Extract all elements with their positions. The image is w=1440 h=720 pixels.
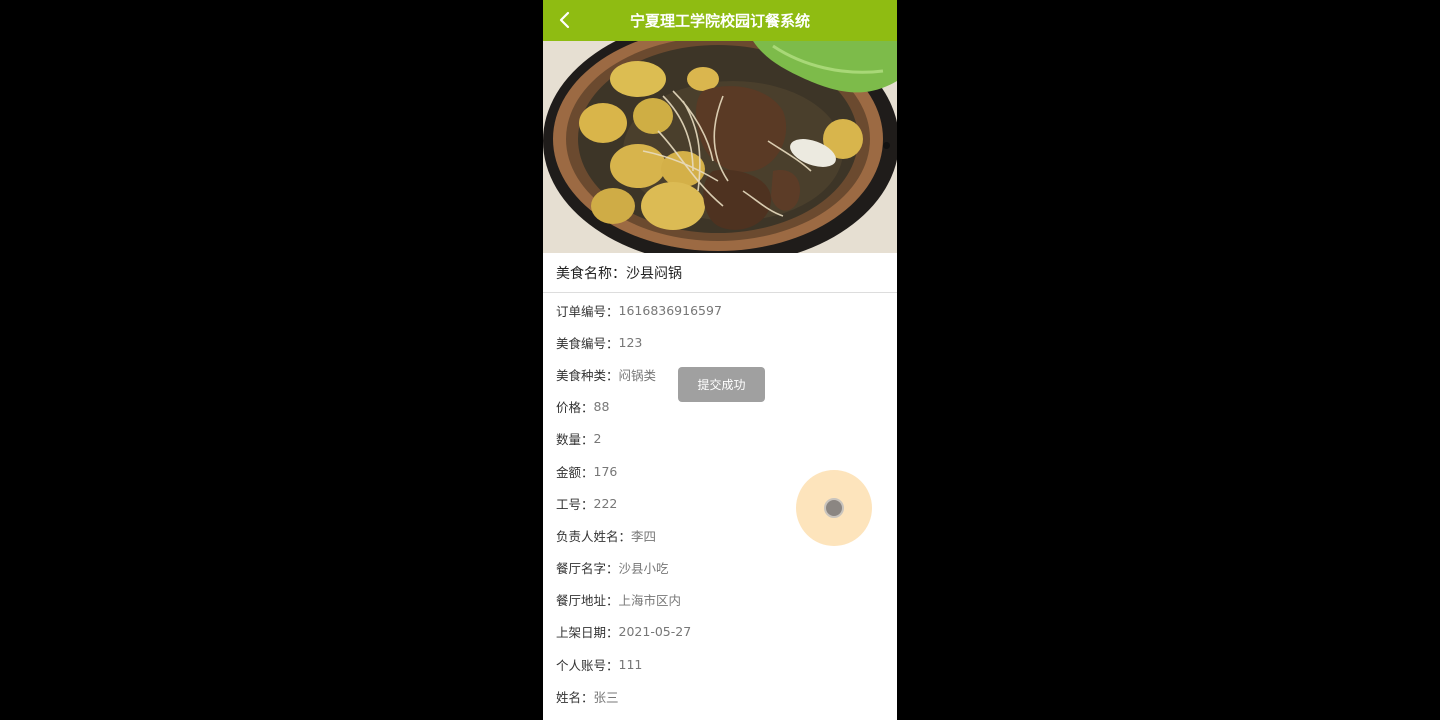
detail-row-quantity: 数量： 2	[556, 423, 886, 455]
app-header: 宁夏理工学院校园订餐系统	[543, 0, 897, 41]
detail-row-restaurant-name: 餐厅名字： 沙县小吃	[556, 552, 886, 584]
food-name-value: 沙县闷锅	[626, 265, 682, 282]
phone-screen: 宁夏理工学院校园订餐系统 美食名称： 沙县闷锅 订单编号： 1616836916…	[543, 0, 897, 720]
detail-row-order-number: 订单编号： 1616836916597	[556, 294, 886, 326]
chevron-left-icon	[559, 11, 570, 29]
detail-label: 个人账号：	[556, 657, 619, 673]
food-name-row: 美食名称： 沙县闷锅	[543, 253, 897, 293]
carousel-indicator[interactable]	[883, 142, 890, 149]
back-button[interactable]	[553, 8, 577, 32]
detail-value: 张三	[593, 689, 619, 705]
detail-value: 上海市区内	[618, 593, 682, 609]
food-image-carousel[interactable]	[543, 41, 897, 253]
detail-value: 闷锅类	[618, 367, 657, 383]
floating-action-button[interactable]	[796, 470, 872, 546]
detail-row-food-number: 美食编号： 123	[556, 326, 886, 358]
detail-row-name: 姓名： 张三	[556, 680, 886, 712]
detail-label: 金额：	[556, 464, 594, 480]
detail-value: 2	[593, 431, 602, 447]
detail-value: 1616836916597	[618, 302, 722, 318]
detail-value: 111	[618, 656, 643, 672]
detail-label: 姓名：	[556, 689, 594, 705]
toast-message: 提交成功	[678, 367, 765, 402]
detail-value: 222	[593, 495, 618, 511]
detail-row-restaurant-address: 餐厅地址： 上海市区内	[556, 584, 886, 616]
detail-value: 176	[593, 463, 618, 479]
detail-label: 价格：	[556, 400, 594, 416]
detail-row-personal-account: 个人账号： 111	[556, 648, 886, 680]
detail-label: 餐厅名字：	[556, 561, 619, 577]
detail-label: 餐厅地址：	[556, 593, 619, 609]
detail-label: 数量：	[556, 432, 594, 448]
detail-label: 负责人姓名：	[556, 528, 632, 544]
food-image	[543, 41, 897, 253]
detail-value: 2021-05-27	[618, 624, 692, 640]
detail-label: 工号：	[556, 496, 594, 512]
detail-value: 李四	[631, 528, 657, 544]
detail-value: 沙县小吃	[618, 561, 669, 577]
food-name-label: 美食名称：	[556, 265, 626, 282]
detail-value: 123	[618, 334, 643, 350]
detail-label: 美食编号：	[556, 335, 619, 351]
detail-row-listing-date: 上架日期： 2021-05-27	[556, 616, 886, 648]
detail-label: 订单编号：	[556, 303, 619, 319]
detail-label: 上架日期：	[556, 625, 619, 641]
detail-label: 美食种类：	[556, 367, 619, 383]
page-title: 宁夏理工学院校园订餐系统	[629, 12, 810, 30]
circle-icon	[824, 498, 844, 518]
detail-value: 88	[593, 399, 610, 415]
